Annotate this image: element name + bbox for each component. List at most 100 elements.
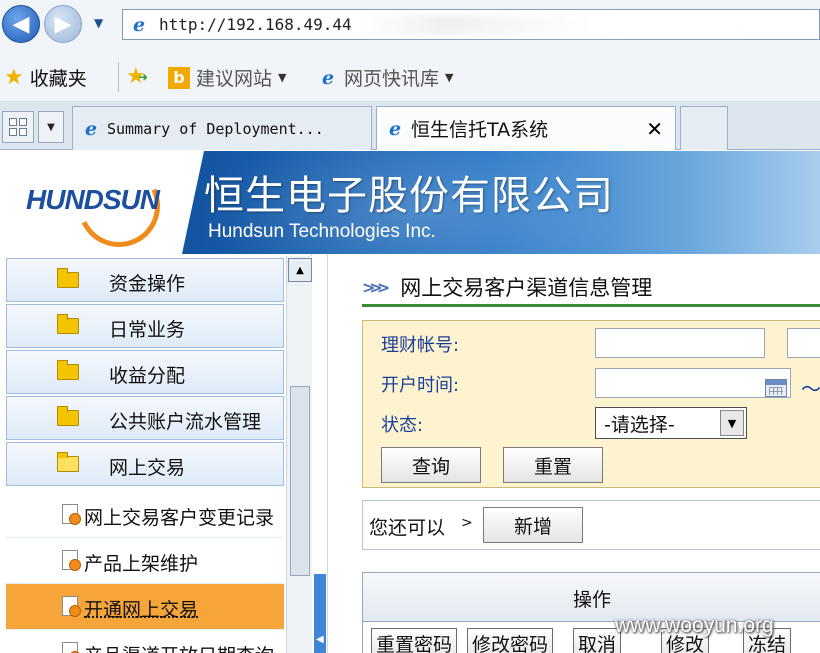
- reset-password-button[interactable]: 重置密码: [371, 628, 458, 653]
- sidebar-item-label: 公共账户流水管理: [109, 411, 262, 433]
- caret-down-icon: ▼: [278, 71, 287, 84]
- logo-wedge: [182, 151, 204, 254]
- sidebar-item-daily-business[interactable]: 日常业务: [6, 304, 284, 348]
- header-banner: HUNDSUN 恒生电子股份有限公司 Hundsun Technologies …: [0, 151, 820, 254]
- submenu-open-online-trading[interactable]: 开通网上交易: [6, 584, 284, 630]
- sidebar-item-label: 网上交易: [109, 457, 186, 479]
- caret-down-icon: ▼: [47, 121, 55, 133]
- open-time-start-input[interactable]: [595, 368, 791, 398]
- tab-summary-of-deployment[interactable]: e Summary of Deployment...: [72, 106, 372, 150]
- scroll-thumb[interactable]: [290, 386, 310, 576]
- status-label: 状态:: [381, 415, 424, 436]
- tab-label: Summary of Deployment...: [107, 119, 324, 138]
- sidebar-item-fund-operation[interactable]: 资金操作: [6, 258, 284, 302]
- add-favorite-icon[interactable]: ★: [126, 64, 148, 89]
- sidebar-item-income-distribution[interactable]: 收益分配: [6, 350, 284, 394]
- bing-icon: b: [168, 66, 190, 89]
- sidebar-item-public-account-flow[interactable]: 公共账户流水管理: [6, 396, 284, 440]
- grid-cell-icon: [19, 128, 27, 136]
- document-icon: [62, 550, 81, 571]
- redacted-address-blur: [363, 15, 743, 35]
- folder-icon: [57, 360, 79, 380]
- arrow-right-icon: ▶: [54, 11, 72, 37]
- frame-splitter[interactable]: ◀: [312, 254, 328, 653]
- status-select-value: -请选择-: [604, 413, 675, 436]
- account-input-secondary[interactable]: [787, 328, 820, 358]
- address-bar[interactable]: e http://192.168.49.44: [122, 9, 820, 40]
- sidebar-item-online-trading[interactable]: 网上交易: [6, 442, 284, 486]
- favorites-bar: ★ 收藏夹 ★ b 建议网站 ▼ e 网页快讯库 ▼: [0, 52, 820, 102]
- sidebar-item-label: 日常业务: [109, 319, 186, 341]
- folder-icon: [57, 406, 79, 426]
- company-name-en: Hundsun Technologies Inc.: [208, 221, 436, 242]
- browser-address-row: ◀ ▶ ▼ e http://192.168.49.44: [0, 0, 820, 52]
- arrow-left-icon: ◀: [12, 11, 30, 37]
- sidebar-scrollbar[interactable]: ▲: [286, 256, 312, 653]
- add-button[interactable]: 新增: [483, 507, 583, 543]
- address-text[interactable]: http://192.168.49.44: [159, 15, 352, 34]
- ie-page-icon: e: [84, 117, 98, 140]
- suggested-sites-label: 建议网站: [196, 68, 273, 90]
- tab-list-dropdown[interactable]: ▼: [38, 111, 64, 143]
- hundsun-logo: HUNDSUN: [26, 184, 160, 215]
- date-range-separator: ～: [801, 377, 820, 401]
- page-title: >>> 网上交易客户渠道信息管理: [362, 272, 652, 302]
- collapse-arrow-icon: ◀: [316, 634, 324, 645]
- submenu-channel-open-date[interactable]: 产品渠道开放日期查询: [6, 630, 284, 653]
- new-tab-button[interactable]: [680, 106, 728, 150]
- query-button[interactable]: 查询: [381, 447, 481, 483]
- page-title-text: 网上交易客户渠道信息管理: [400, 276, 653, 300]
- ie-page-icon: e: [388, 117, 402, 140]
- grid-cell-icon: [19, 118, 27, 126]
- status-select[interactable]: -请选择- ▼: [595, 407, 747, 439]
- folder-icon: [57, 314, 79, 334]
- grid-header-operations: 操作: [572, 589, 611, 611]
- calendar-icon[interactable]: [765, 379, 787, 397]
- document-icon: [62, 596, 81, 617]
- chevrons-icon: >>>: [362, 277, 390, 297]
- quick-tabs-button[interactable]: [2, 111, 34, 143]
- caret-down-icon: ▼: [445, 71, 454, 84]
- grid-cell-icon: [9, 128, 17, 136]
- arrow-right-icon: >: [461, 515, 473, 531]
- account-input[interactable]: [595, 328, 765, 358]
- open-time-label: 开户时间:: [381, 375, 460, 396]
- company-name-cn: 恒生电子股份有限公司: [204, 173, 614, 219]
- chevron-down-icon[interactable]: ▼: [720, 410, 744, 436]
- cancel-button[interactable]: 取消: [573, 628, 622, 653]
- favorites-label: 收藏夹: [29, 68, 87, 90]
- document-icon: [62, 642, 81, 653]
- submenu-customer-change-record[interactable]: 网上交易客户变更记录: [6, 492, 284, 538]
- reset-button[interactable]: 重置: [503, 447, 603, 483]
- favorites-button[interactable]: ★ 收藏夹: [4, 64, 87, 91]
- grid-cell-icon: [9, 118, 17, 126]
- scroll-up-arrow-icon[interactable]: ▲: [288, 258, 312, 282]
- submenu-label: 网上交易客户变更记录: [84, 507, 275, 529]
- sidebar-item-label: 收益分配: [109, 365, 186, 387]
- extra-actions-bar: 您还可以 > 新增: [362, 500, 820, 550]
- sidebar-item-label: 资金操作: [109, 273, 186, 295]
- document-icon: [62, 504, 81, 525]
- star-icon: ★: [4, 65, 24, 90]
- suggested-sites-button[interactable]: b 建议网站 ▼: [168, 64, 286, 91]
- wooyun-watermark: www.wooyun.org: [615, 614, 774, 637]
- extra-actions-label: 您还可以: [369, 517, 446, 539]
- folder-open-icon: [57, 452, 79, 472]
- web-slice-button[interactable]: e 网页快讯库 ▼: [318, 64, 454, 91]
- back-button[interactable]: ◀: [2, 5, 40, 43]
- close-icon[interactable]: ✕: [646, 117, 663, 141]
- main-content: >>> 网上交易客户渠道信息管理 理财帐号: 开户时间: ～ 状态: -请选择-…: [328, 254, 820, 653]
- tab-hundsun-ta-system[interactable]: e 恒生信托TA系统 ✕: [376, 106, 676, 150]
- search-panel: 理财帐号: 开户时间: ～ 状态: -请选择- ▼ 查询 重置: [362, 320, 820, 488]
- history-dropdown-icon[interactable]: ▼: [94, 16, 103, 30]
- web-slice-label: 网页快讯库: [344, 68, 440, 90]
- change-password-button[interactable]: 修改密码: [467, 628, 554, 653]
- submenu-product-listing[interactable]: 产品上架维护: [6, 538, 284, 584]
- tab-bar: ▼ e Summary of Deployment... e 恒生信托TA系统 …: [0, 102, 820, 150]
- toolbar-separator: [118, 62, 119, 92]
- submenu-label: 开通网上交易: [84, 599, 199, 621]
- account-label: 理财帐号:: [381, 335, 460, 356]
- title-underline: [362, 304, 820, 307]
- submenu-label: 产品上架维护: [84, 553, 199, 575]
- forward-button[interactable]: ▶: [44, 5, 82, 43]
